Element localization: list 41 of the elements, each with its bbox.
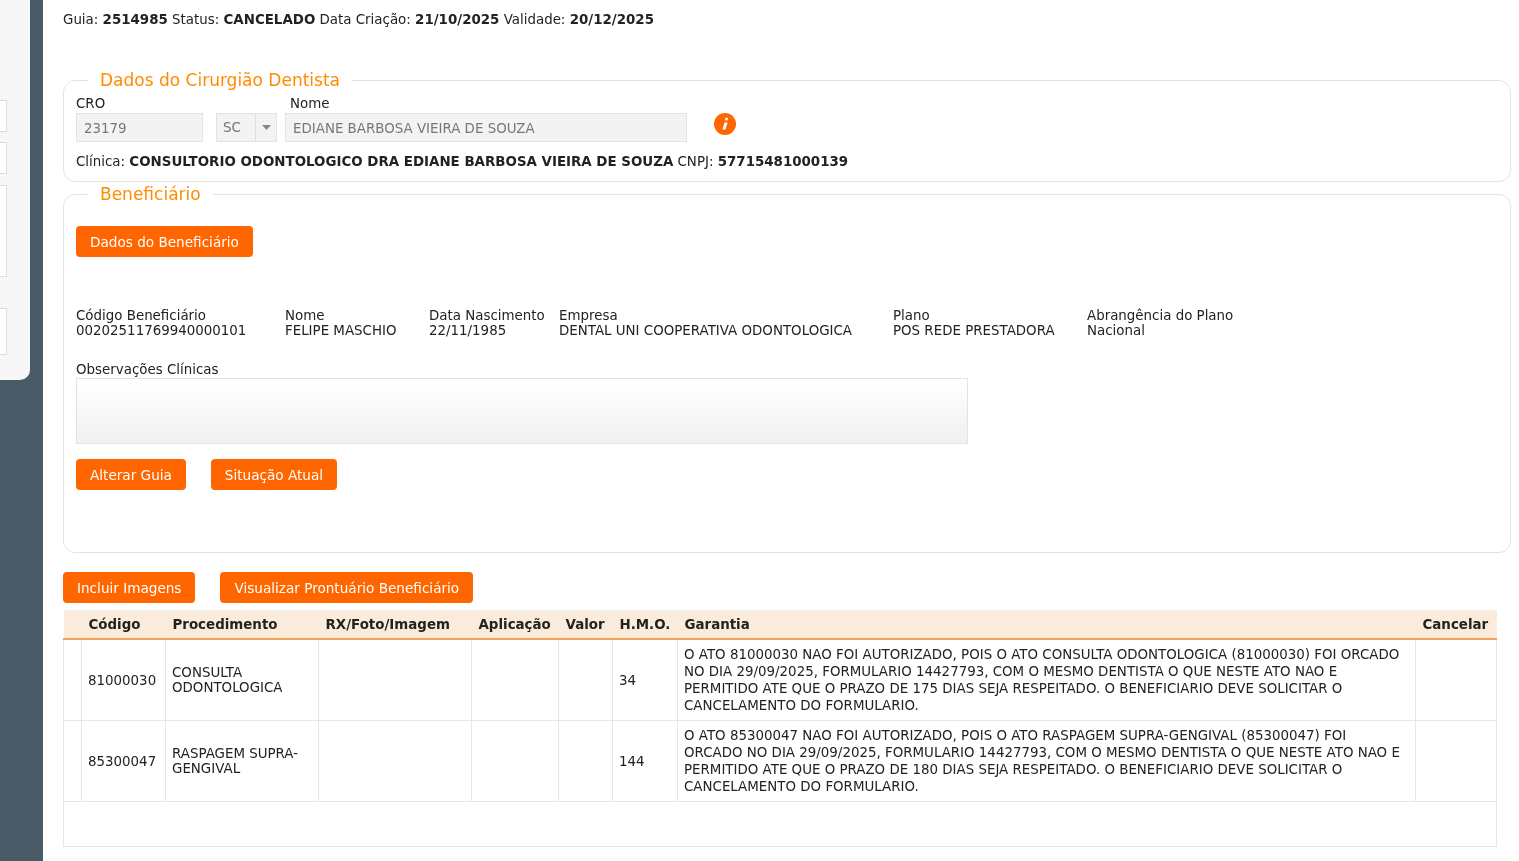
table-cell: 85300047 xyxy=(81,720,166,802)
section-title: Beneficiário xyxy=(99,184,202,204)
clinic-info: Clínica: CONSULTORIO ODONTOLOGICO DRA EDIANE BARBOSA VIEIRA DE SOUZA CNPJ: 57715481000139 xyxy=(76,154,850,169)
column-header[interactable]: RX/Foto/Imagem xyxy=(318,610,472,639)
column-header[interactable]: Código xyxy=(81,610,166,639)
info-icon[interactable] xyxy=(713,112,737,136)
field-label: Nome xyxy=(285,308,326,323)
state-select[interactable]: SC xyxy=(216,113,277,142)
field-label: Abrangência do Plano xyxy=(1087,308,1234,323)
field-value: 22/11/1985 xyxy=(429,323,508,338)
column-header[interactable]: Aplicação xyxy=(471,610,559,639)
field-label: Código Beneficiário xyxy=(76,308,207,323)
table-cell: O ATO 81000030 NAO FOI AUTORIZADO, POIS O ATO CONSULTA ODONTOLOGICA (81000030) FOI ORCADO NO DIA 29/09/2025, FORMULARIO 14427793, COM O MESMO DENTISTA O QUE NESTE ATO NAO E PERMITIDO ATE QUE O PRAZO DE 175 DIAS SEJA RESPEITADO. O BENEFICIARIO DEVE SOLICITAR O CANCELAMENTO DO FORMULARIO. xyxy=(677,639,1416,721)
guide-summary: Guia: 2514985 Status: CANCELADO Data Criação: 21/10/2025 Validade: 20/12/2025 xyxy=(63,12,655,27)
column-header[interactable]: Cancelar xyxy=(1415,610,1497,639)
table-cell: CONSULTA ODONTOLOGICA xyxy=(165,639,319,721)
field-value: DENTAL UNI COOPERATIVA ODONTOLOGICA xyxy=(559,323,853,338)
field-label: CRO xyxy=(76,96,107,112)
table-cell: O ATO 85300047 NAO FOI AUTORIZADO, POIS O ATO RASPAGEM SUPRA-GENGIVAL (85300047) FOI ORCADO NO DIA 29/09/2025, FORMULARIO 14427793, COM O MESMO DENTISTA O QUE NESTE ATO NAO E PERMITIDO ATE QUE O PRAZO DE 180 DIAS SEJA RESPEITADO. O BENEFICIARIO DEVE SOLICITAR O CANCELAMENTO DO FORMULARIO. xyxy=(677,720,1416,802)
field-label: Data Nascimento xyxy=(429,308,546,323)
field-label: Nome xyxy=(290,96,331,112)
field-value: Nacional xyxy=(1087,323,1146,338)
column-header[interactable]: Valor xyxy=(558,610,613,639)
caret-icon xyxy=(261,125,271,130)
column-header[interactable]: Procedimento xyxy=(165,610,319,639)
field-value: FELIPE MASCHIO xyxy=(285,323,398,338)
field-label: Empresa xyxy=(559,308,619,323)
column-header[interactable]: H.M.O. xyxy=(612,610,678,639)
field-value: 00202511769940000101 xyxy=(76,323,248,338)
name-field[interactable]: EDIANE BARBOSA VIEIRA DE SOUZA xyxy=(285,113,687,142)
table-cell: 144 xyxy=(612,720,678,802)
cro-field[interactable]: 23179 xyxy=(76,113,203,142)
field-label: Observações Clínicas xyxy=(76,362,220,378)
table-cell: RASPAGEM SUPRA-GENGIVAL xyxy=(165,720,319,802)
clinical-notes-field[interactable] xyxy=(76,378,968,444)
table-cell: 81000030 xyxy=(81,639,166,721)
field-value: POS REDE PRESTADORA xyxy=(893,323,1056,338)
table-cell: 34 xyxy=(612,639,678,721)
section-title: Dados do Cirurgião Dentista xyxy=(99,70,341,90)
field-label: Plano xyxy=(893,308,931,323)
column-header[interactable]: Garantia xyxy=(677,610,1416,639)
